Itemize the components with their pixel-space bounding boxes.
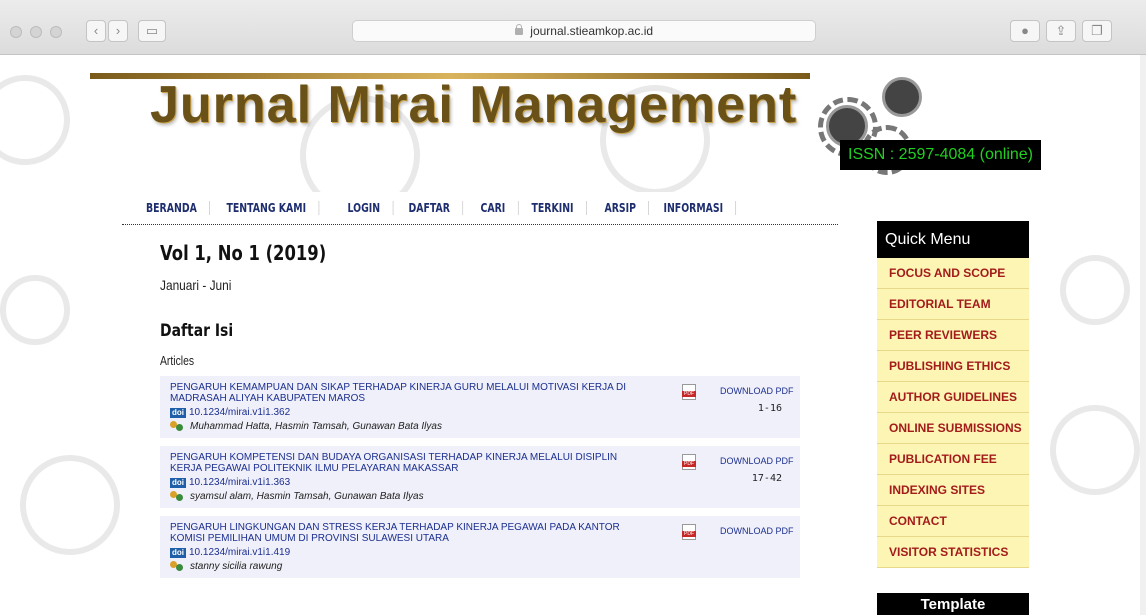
background-pattern — [1050, 405, 1140, 495]
main-content: BERANDA TENTANG KAMI LOGIN DAFTAR CARI T… — [122, 192, 838, 615]
article-title-link[interactable]: PENGARUH KEMAMPUAN DAN SIKAP TERHADAP KI… — [170, 382, 650, 404]
doi-link[interactable]: 10.1234/mirai.v1i1.419 — [189, 547, 290, 558]
article-authors: syamsul alam, Hasmin Tamsah, Gunawan Bat… — [190, 491, 424, 502]
menu-item-peer-reviewers[interactable]: PEER REVIEWERS — [877, 320, 1029, 351]
nav-item-informasi[interactable]: INFORMASI — [651, 201, 737, 215]
tabs-button[interactable]: ❐ — [1082, 20, 1112, 42]
article-item: PENGARUH KOMPETENSI DAN BUDAYA ORGANISAS… — [160, 446, 800, 508]
address-text: journal.stieamkop.ac.id — [530, 24, 654, 38]
nav-item-beranda[interactable]: BERANDA — [146, 201, 211, 215]
zoom-window-button[interactable] — [50, 26, 62, 38]
download-pdf-link[interactable]: DOWNLOAD PDF — [720, 386, 794, 396]
tabs-icon: ❐ — [1091, 23, 1103, 38]
nav-item-terkini[interactable]: TERKINI — [519, 201, 587, 215]
address-bar[interactable]: journal.stieamkop.ac.id — [352, 20, 816, 42]
browser-toolbar: ‹ › ▭ journal.stieamkop.ac.id ● ⇪ ❐ — [0, 0, 1146, 55]
pdf-icon[interactable] — [682, 524, 696, 540]
sidebar-toggle-button[interactable]: ▭ — [138, 20, 166, 42]
lock-icon — [514, 24, 523, 35]
issue-period: Januari - Juni — [160, 277, 232, 293]
menu-item-indexing-sites[interactable]: INDEXING SITES — [877, 475, 1029, 506]
nav-item-cari[interactable]: CARI — [468, 201, 519, 215]
person-icon — [882, 77, 922, 117]
download-icon: ● — [1021, 23, 1029, 38]
journal-title: Jurnal Mirai Management — [150, 76, 798, 134]
authors-icon — [170, 491, 184, 502]
doi-icon: doi — [170, 547, 186, 558]
issue-content: Vol 1, No 1 (2019) Januari - Juni Daftar… — [122, 225, 838, 578]
doi-link[interactable]: 10.1234/mirai.v1i1.362 — [189, 407, 290, 418]
nav-item-arsip[interactable]: ARSIP — [592, 201, 650, 215]
section-title: Articles — [160, 353, 195, 368]
menu-item-online-submissions[interactable]: ONLINE SUBMISSIONS — [877, 413, 1029, 444]
article-pages: 17-42 — [751, 473, 782, 484]
doi-link[interactable]: 10.1234/mirai.v1i1.363 — [189, 477, 290, 488]
nav-item-daftar[interactable]: DAFTAR — [396, 201, 464, 215]
menu-item-focus-and-scope[interactable]: FOCUS AND SCOPE — [877, 258, 1029, 289]
article-authors: stanny sicilia rawung — [190, 561, 283, 572]
doi-row: doi 10.1234/mirai.v1i1.419 — [170, 547, 790, 558]
background-pattern — [20, 455, 120, 555]
window-controls — [10, 26, 62, 38]
article-pages: 1-16 — [757, 403, 782, 414]
nav-item-tentang-kami[interactable]: TENTANG KAMI — [214, 201, 320, 215]
share-button[interactable]: ⇪ — [1046, 20, 1076, 42]
article-item: PENGARUH LINGKUNGAN DAN STRESS KERJA TER… — [160, 516, 800, 578]
article-item: PENGARUH KEMAMPUAN DAN SIKAP TERHADAP KI… — [160, 376, 800, 438]
minimize-window-button[interactable] — [30, 26, 42, 38]
downloads-button[interactable]: ● — [1010, 20, 1040, 42]
quick-menu: Quick Menu FOCUS AND SCOPE EDITORIAL TEA… — [877, 221, 1029, 568]
pdf-icon[interactable] — [682, 384, 696, 400]
authors-icon — [170, 421, 184, 432]
issue-title: Vol 1, No 1 (2019) — [160, 241, 327, 265]
download-pdf-link[interactable]: DOWNLOAD PDF — [720, 526, 794, 536]
background-pattern — [1060, 255, 1130, 325]
menu-item-author-guidelines[interactable]: AUTHOR GUIDELINES — [877, 382, 1029, 413]
article-title-link[interactable]: PENGARUH KOMPETENSI DAN BUDAYA ORGANISAS… — [170, 452, 650, 474]
article-title-link[interactable]: PENGARUH LINGKUNGAN DAN STRESS KERJA TER… — [170, 522, 650, 544]
authors-icon — [170, 561, 184, 572]
forward-button[interactable]: › — [108, 20, 128, 42]
authors-row: Muhammad Hatta, Hasmin Tamsah, Gunawan B… — [170, 421, 790, 432]
top-navigation: BERANDA TENTANG KAMI LOGIN DAFTAR CARI T… — [122, 192, 838, 225]
web-page: Jurnal Mirai Management ISSN : 2597-4084… — [0, 55, 1146, 615]
share-icon: ⇪ — [1055, 23, 1067, 38]
table-of-contents-title: Daftar Isi — [160, 321, 234, 341]
doi-row: doi 10.1234/mirai.v1i1.363 — [170, 477, 790, 488]
article-authors: Muhammad Hatta, Hasmin Tamsah, Gunawan B… — [190, 421, 442, 432]
menu-item-visitor-statistics[interactable]: VISITOR STATISTICS — [877, 537, 1029, 568]
doi-row: doi 10.1234/mirai.v1i1.362 — [170, 407, 790, 418]
chevron-left-icon: ‹ — [93, 23, 99, 38]
close-window-button[interactable] — [10, 26, 22, 38]
authors-row: stanny sicilia rawung — [170, 561, 790, 572]
menu-item-contact[interactable]: CONTACT — [877, 506, 1029, 537]
nav-item-login[interactable]: LOGIN — [335, 201, 394, 215]
sidebar-icon: ▭ — [145, 23, 159, 38]
template-header: Template — [877, 593, 1029, 615]
background-pattern — [0, 75, 70, 165]
download-pdf-link[interactable]: DOWNLOAD PDF — [720, 456, 794, 466]
doi-icon: doi — [170, 407, 186, 418]
scrollbar[interactable] — [1140, 55, 1146, 615]
menu-item-publishing-ethics[interactable]: PUBLISHING ETHICS — [877, 351, 1029, 382]
menu-item-publication-fee[interactable]: PUBLICATION FEE — [877, 444, 1029, 475]
authors-row: syamsul alam, Hasmin Tamsah, Gunawan Bat… — [170, 491, 790, 502]
menu-item-editorial-team[interactable]: EDITORIAL TEAM — [877, 289, 1029, 320]
doi-icon: doi — [170, 477, 186, 488]
issn-label: ISSN : 2597-4084 (online) — [840, 140, 1041, 170]
back-button[interactable]: ‹ — [86, 20, 106, 42]
quick-menu-header: Quick Menu — [877, 221, 1029, 258]
chevron-right-icon: › — [115, 23, 121, 38]
background-pattern — [0, 275, 70, 345]
pdf-icon[interactable] — [682, 454, 696, 470]
